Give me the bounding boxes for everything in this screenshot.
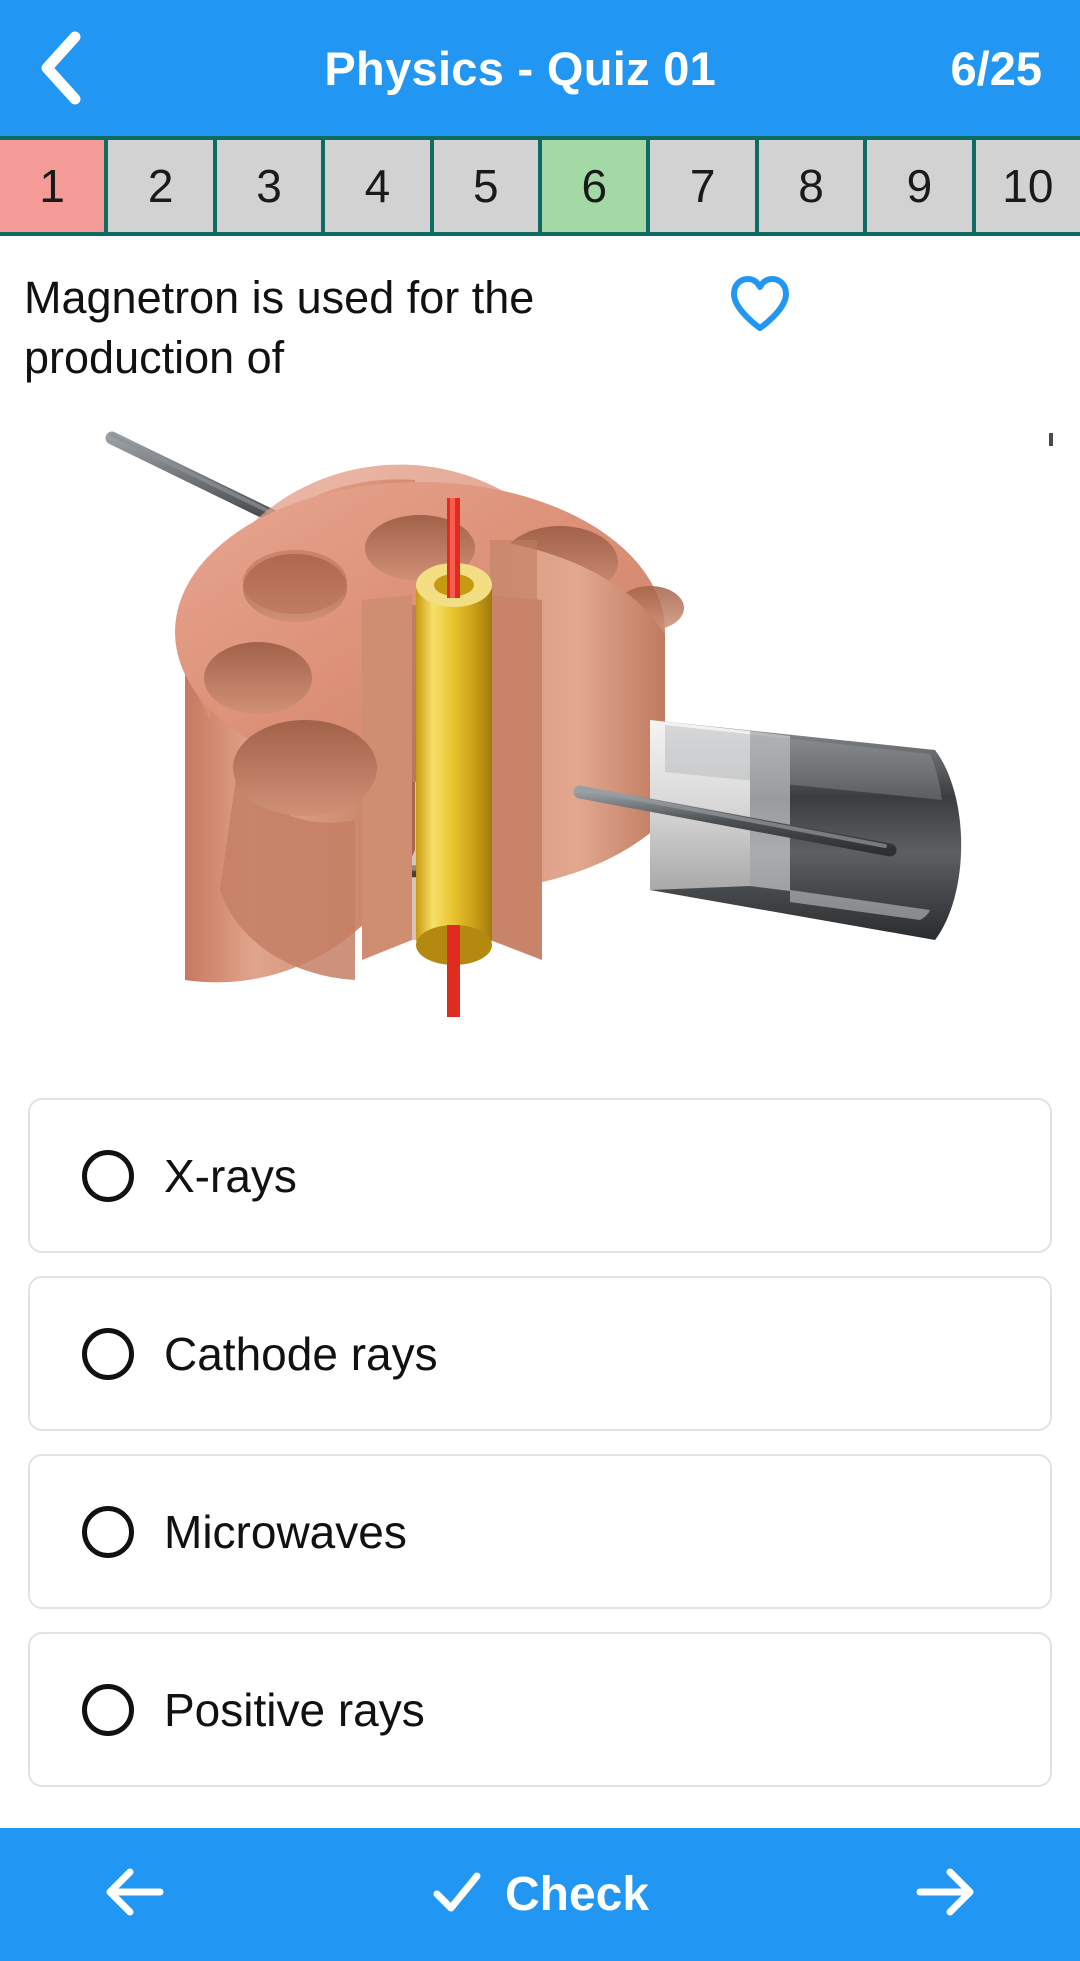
image-speck <box>1049 433 1053 446</box>
previous-question-button[interactable] <box>0 1828 270 1961</box>
radio-button-icon[interactable] <box>82 1505 134 1558</box>
question-nav-item-7[interactable]: 7 <box>650 140 759 232</box>
question-nav-item-label: 3 <box>256 160 282 212</box>
question-nav-item-1[interactable]: 1 <box>0 140 109 232</box>
question-nav-item-2[interactable]: 2 <box>108 140 217 232</box>
answer-option-label: Cathode rays <box>164 1327 438 1380</box>
question-nav-item-10[interactable]: 10 <box>975 140 1080 232</box>
question-nav-item-4[interactable]: 4 <box>325 140 434 232</box>
question-nav-item-label: 6 <box>581 160 608 212</box>
question-nav-item-5[interactable]: 5 <box>433 140 543 232</box>
bottom-action-bar: Check <box>0 1828 1080 1961</box>
answer-option[interactable]: X-rays <box>28 1098 1052 1253</box>
question-number-strip: 1 2 3 4 5 6 7 8 9 10 <box>0 136 1080 236</box>
favorite-button[interactable] <box>700 252 820 362</box>
question-nav-item-label: 1 <box>39 160 65 212</box>
question-nav-item-label: 7 <box>689 160 716 212</box>
radio-button-icon[interactable] <box>82 1149 134 1202</box>
answer-option-label: X-rays <box>164 1149 297 1202</box>
answer-option[interactable]: Positive rays <box>28 1632 1052 1787</box>
question-nav-item-8[interactable]: 8 <box>758 140 868 232</box>
answer-option[interactable]: Cathode rays <box>28 1276 1052 1431</box>
page-title: Physics - Quiz 01 <box>324 41 717 95</box>
question-row: Magnetron is used for the production of <box>0 240 1080 388</box>
question-counter: 6/25 <box>950 41 1042 95</box>
question-nav-item-label: 8 <box>798 160 824 212</box>
check-button-label: Check <box>504 1868 650 1921</box>
radio-button-icon[interactable] <box>82 1683 134 1736</box>
question-nav-item-label: 2 <box>147 160 174 212</box>
next-question-button[interactable] <box>810 1828 1080 1961</box>
answer-option-label: Positive rays <box>164 1683 425 1736</box>
question-nav-item-label: 9 <box>906 160 933 212</box>
arrow-right-icon <box>914 1864 976 1925</box>
check-answer-button[interactable]: Check <box>270 1828 810 1961</box>
question-nav-item-label: 5 <box>473 160 499 212</box>
magnetron-cutaway-diagram <box>94 431 962 1017</box>
question-text: Magnetron is used for the production of <box>24 272 535 383</box>
question-image <box>0 420 1080 1070</box>
question-nav-item-label: 10 <box>1002 160 1054 212</box>
chevron-left-icon <box>37 31 83 105</box>
arrow-left-icon <box>104 1864 166 1925</box>
question-nav-item-6[interactable]: 6 <box>542 140 651 232</box>
answer-option-label: Microwaves <box>164 1505 407 1558</box>
answer-option[interactable]: Microwaves <box>28 1454 1052 1609</box>
answer-options-list: X-rays Cathode rays Microwaves Positive ray… <box>0 1098 1080 1810</box>
check-icon <box>431 1866 483 1923</box>
radio-button-icon[interactable] <box>82 1327 134 1380</box>
question-nav-item-9[interactable]: 9 <box>867 140 976 232</box>
question-nav-item-label: 4 <box>364 160 391 212</box>
question-nav-item-3[interactable]: 3 <box>216 140 326 232</box>
app-header: Physics - Quiz 01 6/25 <box>0 0 1080 136</box>
heart-outline-icon <box>729 276 791 337</box>
